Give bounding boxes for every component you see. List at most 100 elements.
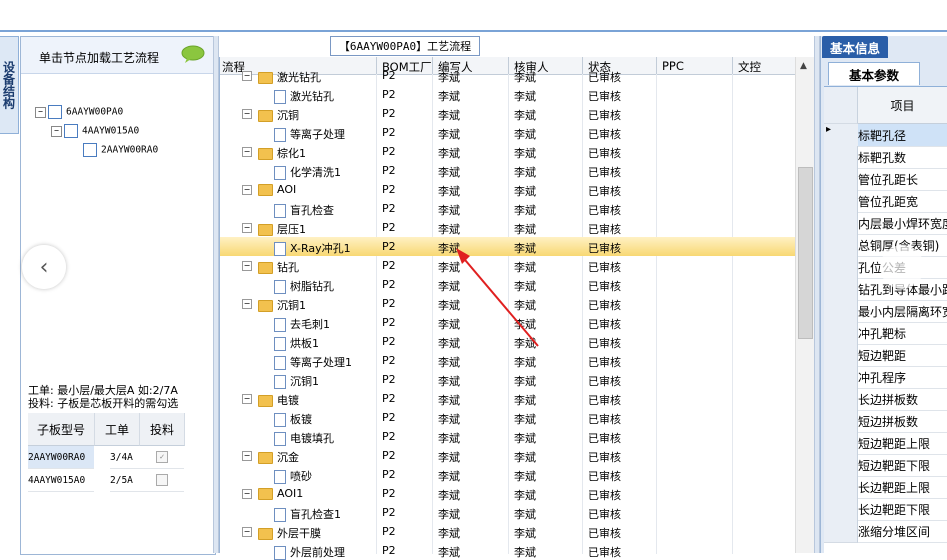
- flow-step-label: 沉金: [277, 451, 299, 464]
- param-item[interactable]: 短边拼板数: [858, 410, 947, 433]
- table-row[interactable]: 等离子处理1 P2 李斌 李斌 已审核: [220, 351, 796, 370]
- tab-device-structure[interactable]: 设备结构: [0, 36, 19, 134]
- collapse-toggle-icon[interactable]: −: [242, 489, 252, 499]
- collapse-toggle-icon[interactable]: −: [242, 527, 252, 537]
- row-indicator[interactable]: [824, 190, 858, 213]
- param-item[interactable]: 短边靶距上限: [858, 432, 947, 455]
- chevron-left-icon[interactable]: ‹: [22, 245, 66, 289]
- row-indicator[interactable]: [824, 168, 858, 191]
- table-cell-model[interactable]: 4AAYW015A0: [28, 469, 94, 492]
- folder-icon: [258, 262, 273, 274]
- table-row[interactable]: 盲孔检查1 P2 李斌 李斌 已审核: [220, 503, 796, 522]
- table-row[interactable]: 电镀填孔 P2 李斌 李斌 已审核: [220, 427, 796, 446]
- collapse-toggle-icon[interactable]: −: [242, 147, 252, 157]
- tab-basic-info[interactable]: 基本信息: [822, 36, 888, 58]
- collapse-toggle-icon[interactable]: −: [242, 394, 252, 404]
- table-row[interactable]: 等离子处理 P2 李斌 李斌 已审核: [220, 123, 796, 142]
- feed-checkbox[interactable]: ✓: [156, 451, 168, 463]
- table-cell-order[interactable]: 3/4A: [110, 446, 140, 469]
- collapse-toggle-icon[interactable]: −: [242, 109, 252, 119]
- param-item[interactable]: 长边拼板数: [858, 388, 947, 411]
- row-indicator[interactable]: [824, 256, 858, 279]
- expand-toggle-icon[interactable]: −: [35, 106, 46, 118]
- col-header-order[interactable]: 工单: [95, 413, 140, 446]
- col-header-item[interactable]: 项目: [858, 87, 947, 124]
- table-row[interactable]: − 沉金 P2 李斌 李斌 已审核: [220, 446, 796, 465]
- row-indicator[interactable]: [824, 322, 858, 345]
- table-row[interactable]: 板镀 P2 李斌 李斌 已审核: [220, 408, 796, 427]
- row-indicator[interactable]: [824, 212, 858, 235]
- table-row[interactable]: 喷砂 P2 李斌 李斌 已审核: [220, 465, 796, 484]
- param-item[interactable]: 长边靶距上限: [858, 476, 947, 499]
- col-header-feed[interactable]: 投料: [140, 413, 185, 446]
- row-indicator[interactable]: [824, 300, 858, 323]
- flow-grid-scrollbar[interactable]: ▲: [795, 57, 814, 553]
- param-item[interactable]: 冲孔程序: [858, 366, 947, 389]
- cell-checker: 李斌: [514, 128, 536, 141]
- table-row[interactable]: 外层前处理 P2 李斌 李斌 已审核: [220, 541, 796, 560]
- row-indicator[interactable]: [824, 432, 858, 455]
- table-row[interactable]: 激光钻孔 P2 李斌 李斌 已审核: [220, 85, 796, 104]
- param-item[interactable]: 涨缩分堆区间: [858, 520, 947, 543]
- row-indicator[interactable]: [824, 278, 858, 301]
- collapse-toggle-icon[interactable]: −: [242, 261, 252, 271]
- flow-step-label: 烘板1: [290, 337, 319, 350]
- row-indicator[interactable]: [824, 498, 858, 521]
- tree-node-leaf[interactable]: 2AAYW00RA0: [83, 143, 158, 157]
- row-indicator[interactable]: [824, 520, 858, 543]
- param-item[interactable]: 短边靶距下限: [858, 454, 947, 477]
- row-indicator[interactable]: [824, 410, 858, 433]
- row-indicator[interactable]: [824, 146, 858, 169]
- param-item[interactable]: 短边靶距: [858, 344, 947, 367]
- table-cell-feed[interactable]: [140, 469, 184, 492]
- chat-bubble-icon[interactable]: [181, 45, 205, 63]
- param-item[interactable]: 内层最小焊环宽度: [858, 212, 947, 235]
- chevron-right-icon[interactable]: [880, 245, 924, 289]
- row-indicator[interactable]: [824, 366, 858, 389]
- param-item[interactable]: 长边靶距下限: [858, 498, 947, 521]
- table-cell-feed[interactable]: ✓: [140, 446, 184, 469]
- row-indicator[interactable]: [824, 344, 858, 367]
- collapse-toggle-icon[interactable]: −: [242, 299, 252, 309]
- feed-checkbox[interactable]: [156, 474, 168, 486]
- scroll-up-icon[interactable]: ▲: [800, 61, 807, 71]
- table-row[interactable]: − 层压1 P2 李斌 李斌 已审核: [220, 218, 796, 237]
- expand-toggle-icon[interactable]: −: [51, 125, 62, 137]
- param-item[interactable]: 标靶孔径: [858, 124, 947, 147]
- table-row[interactable]: − 电镀 P2 李斌 李斌 已审核: [220, 389, 796, 408]
- row-indicator[interactable]: [824, 388, 858, 411]
- table-row[interactable]: 沉铜1 P2 李斌 李斌 已审核: [220, 370, 796, 389]
- col-header-model[interactable]: 子板型号: [28, 413, 95, 446]
- table-cell-model[interactable]: 2AAYW00RA0: [28, 446, 94, 469]
- scroll-thumb[interactable]: [798, 167, 813, 339]
- param-item[interactable]: 最小内层隔离环宽: [858, 300, 947, 323]
- collapse-toggle-icon[interactable]: −: [242, 451, 252, 461]
- flow-step-label: 电镀填孔: [290, 432, 334, 445]
- param-item[interactable]: 标靶孔数: [858, 146, 947, 169]
- document-icon: [274, 413, 286, 427]
- table-row[interactable]: 盲孔检查 P2 李斌 李斌 已审核: [220, 199, 796, 218]
- table-row[interactable]: − 棕化1 P2 李斌 李斌 已审核: [220, 142, 796, 161]
- param-item[interactable]: 管位孔距宽: [858, 190, 947, 213]
- tree-node-root[interactable]: − 6AAYW00PA0: [35, 105, 123, 119]
- table-row[interactable]: − 激光钻孔 P2 李斌 李斌 已审核: [220, 66, 796, 85]
- table-row[interactable]: − 沉铜 P2 李斌 李斌 已审核: [220, 104, 796, 123]
- row-indicator[interactable]: [824, 476, 858, 499]
- table-row[interactable]: 化学清洗1 P2 李斌 李斌 已审核: [220, 161, 796, 180]
- row-indicator[interactable]: [824, 454, 858, 477]
- table-row[interactable]: − AOI P2 李斌 李斌 已审核: [220, 180, 796, 199]
- param-item[interactable]: 管位孔距长: [858, 168, 947, 191]
- row-indicator[interactable]: [824, 234, 858, 257]
- collapse-toggle-icon[interactable]: −: [242, 71, 252, 81]
- param-item[interactable]: 冲孔靶标: [858, 322, 947, 345]
- collapse-toggle-icon[interactable]: −: [242, 223, 252, 233]
- table-row[interactable]: − 外层干膜 P2 李斌 李斌 已审核: [220, 522, 796, 541]
- top-divider: [0, 30, 947, 32]
- row-indicator[interactable]: ▸: [824, 124, 860, 147]
- table-cell-order[interactable]: 2/5A: [110, 469, 140, 492]
- folder-icon: [258, 224, 273, 236]
- table-row[interactable]: − AOI1 P2 李斌 李斌 已审核: [220, 484, 796, 503]
- collapse-toggle-icon[interactable]: −: [242, 185, 252, 195]
- tree-node-child[interactable]: − 4AAYW015A0: [51, 124, 139, 138]
- tab-basic-params[interactable]: 基本参数: [828, 62, 920, 85]
